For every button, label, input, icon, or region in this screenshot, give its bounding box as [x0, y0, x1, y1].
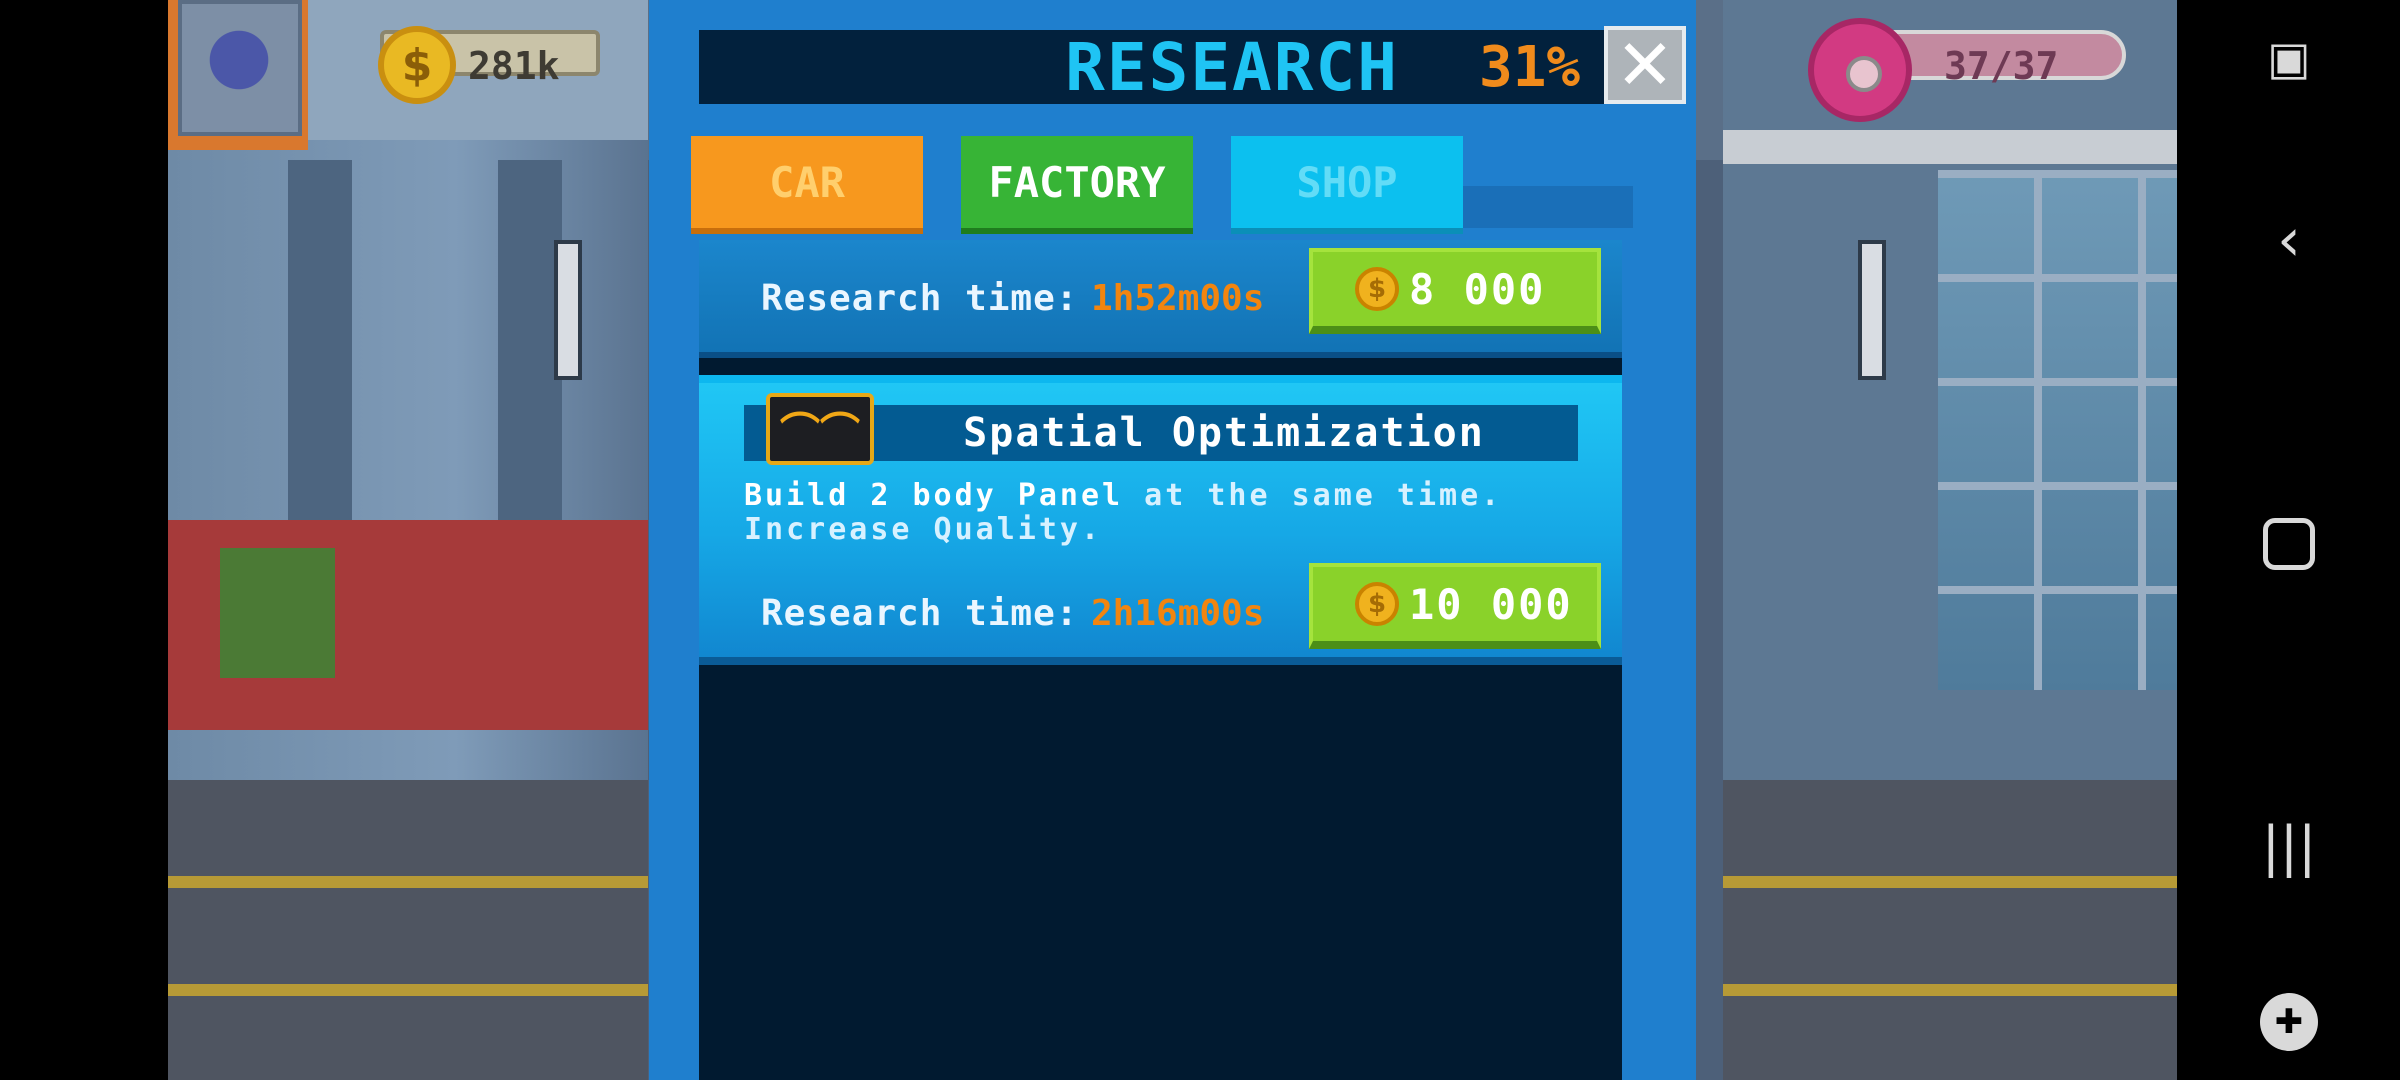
research-item: Research time: 1h52m00s $ 8 000 — [699, 240, 1622, 358]
research-cost: 8 000 — [1409, 264, 1546, 314]
coin-icon: $ — [378, 26, 456, 104]
research-item: ⌒⌒ Spatial Optimization Build 2 body Pan… — [699, 375, 1622, 665]
tab-shop[interactable]: SHOP — [1231, 136, 1463, 234]
research-title: RESEARCH — [1065, 28, 1399, 106]
bush — [220, 548, 335, 678]
research-progress-percent: 31% — [1479, 34, 1581, 100]
tab-bar-decoration — [1463, 168, 1633, 228]
coin-icon: $ — [1355, 582, 1399, 626]
double-arch-icon: ⌒⌒ — [766, 393, 874, 465]
ceiling-rail — [1723, 130, 2177, 164]
research-modal: RESEARCH 31% ✕ CAR FACTORY SHOP Research… — [649, 0, 1696, 1080]
donut-counter: 37/37 — [1944, 44, 2059, 88]
back-icon[interactable]: ‹ — [2251, 202, 2327, 278]
tab-car[interactable]: CAR — [691, 136, 923, 234]
recents-icon[interactable]: ||| — [2251, 808, 2327, 884]
research-cost: 10 000 — [1409, 579, 1573, 629]
research-time-value: 1h52m00s — [1091, 278, 1265, 319]
coin-counter: 281k — [468, 44, 560, 88]
player-avatar[interactable] — [178, 0, 302, 136]
description-highlight: Build 2 body Panel — [744, 478, 1124, 513]
coin-icon: $ — [1355, 267, 1399, 311]
left-floor — [168, 780, 648, 1080]
factory-window — [1938, 170, 2177, 690]
research-title-bar: RESEARCH 31% — [699, 28, 1619, 106]
donut-icon — [1808, 18, 1912, 122]
research-item-title: Spatial Optimization — [963, 410, 1485, 456]
research-time-label: Research time: — [761, 278, 1079, 319]
home-icon[interactable] — [2251, 506, 2327, 582]
research-item-description: Build 2 body Panel at the same time. Inc… — [744, 479, 1604, 547]
close-button[interactable]: ✕ — [1604, 24, 1686, 106]
research-time-label: Research time: — [761, 593, 1079, 634]
game-launcher-icon[interactable]: ✚ — [2251, 984, 2327, 1060]
research-time-value: 2h16m00s — [1091, 593, 1265, 634]
screenshot-icon[interactable]: ▣ — [2251, 20, 2327, 96]
description-text: at the same time. — [1123, 478, 1503, 513]
research-list[interactable]: Research time: 1h52m00s $ 8 000 ⌒⌒ Spati… — [699, 240, 1622, 1080]
research-cost-button[interactable]: $ 8 000 — [1309, 248, 1601, 334]
android-navigation-bar: ▣ ‹ ||| ✚ — [2177, 0, 2400, 1080]
close-icon: ✕ — [1615, 24, 1675, 106]
description-line2: Increase Quality. — [744, 512, 1103, 547]
research-cost-button[interactable]: $ 10 000 — [1309, 563, 1601, 649]
right-floor — [1723, 780, 2177, 1080]
tab-factory[interactable]: FACTORY — [961, 136, 1193, 234]
wall-lamp — [1858, 240, 1886, 380]
wall-lamp — [554, 240, 582, 380]
